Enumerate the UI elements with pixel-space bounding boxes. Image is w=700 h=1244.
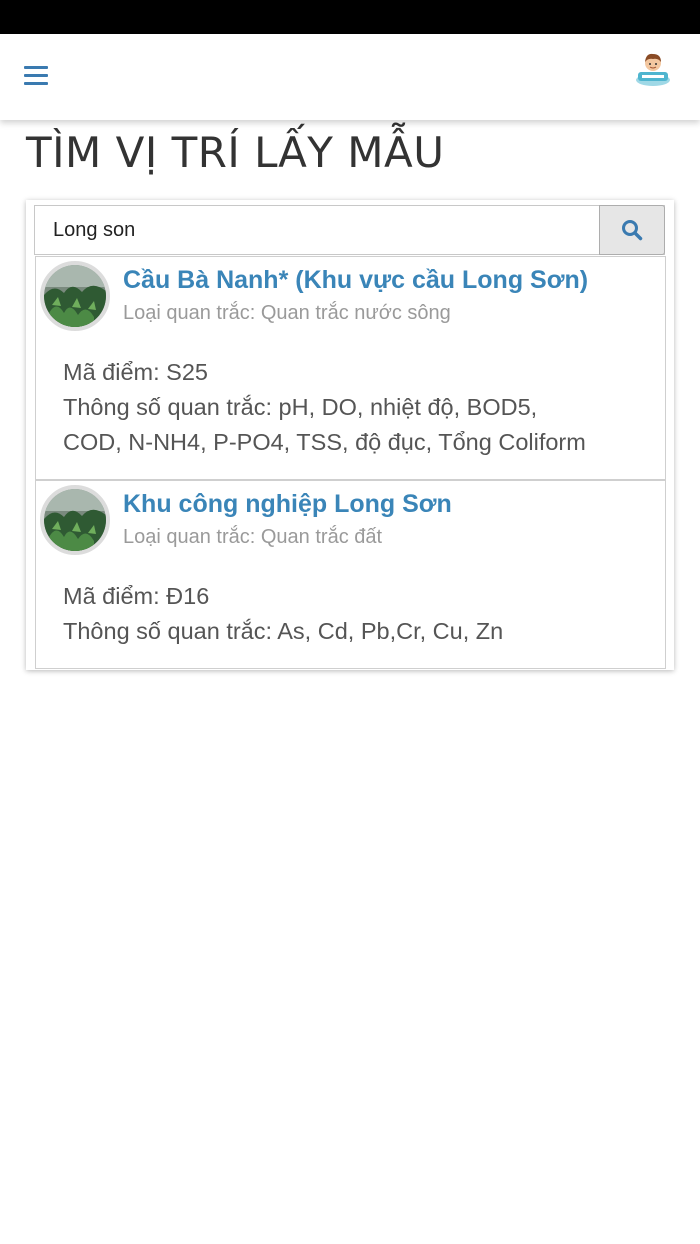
- result-details: Mã điểm: Đ16 Thông số quan trắc: As, Cd,…: [63, 579, 653, 649]
- result-item[interactable]: Khu công nghiệp Long Sơn Loại quan trắc:…: [35, 480, 666, 669]
- top-navbar: [0, 34, 700, 120]
- search-card: Cầu Bà Nanh* (Khu vực cầu Long Sơn) Loại…: [26, 200, 674, 670]
- monitoring-type: Loại quan trắc: Quan trắc đất: [123, 526, 383, 548]
- page-title: TÌM VỊ TRÍ LẤY MẪU: [26, 128, 445, 177]
- monitoring-params: COD, N-NH4, P-PO4, TSS, độ đục, Tổng Col…: [63, 429, 586, 455]
- user-avatar-icon[interactable]: [634, 50, 672, 88]
- monitoring-params: Thông số quan trắc: pH, DO, nhiệt độ, BO…: [63, 394, 538, 420]
- status-bar: [0, 0, 700, 34]
- search-bar: [34, 205, 665, 255]
- search-input[interactable]: [35, 206, 600, 254]
- result-title[interactable]: Cầu Bà Nanh* (Khu vực cầu Long Sơn): [123, 266, 588, 295]
- result-item[interactable]: Cầu Bà Nanh* (Khu vực cầu Long Sơn) Loại…: [35, 256, 666, 480]
- monitoring-type: Loại quan trắc: Quan trắc nước sông: [123, 302, 451, 324]
- result-title[interactable]: Khu công nghiệp Long Sơn: [123, 490, 452, 519]
- result-details: Mã điểm: S25 Thông số quan trắc: pH, DO,…: [63, 355, 653, 460]
- point-code: Mã điểm: Đ16: [63, 583, 210, 609]
- hamburger-menu-icon[interactable]: [24, 66, 48, 86]
- location-thumbnail: [40, 261, 110, 331]
- point-code: Mã điểm: S25: [63, 359, 208, 385]
- location-thumbnail: [40, 485, 110, 555]
- search-icon: [622, 220, 643, 241]
- monitoring-params: Thông số quan trắc: As, Cd, Pb,Cr, Cu, Z…: [63, 618, 504, 644]
- search-button[interactable]: [599, 205, 665, 255]
